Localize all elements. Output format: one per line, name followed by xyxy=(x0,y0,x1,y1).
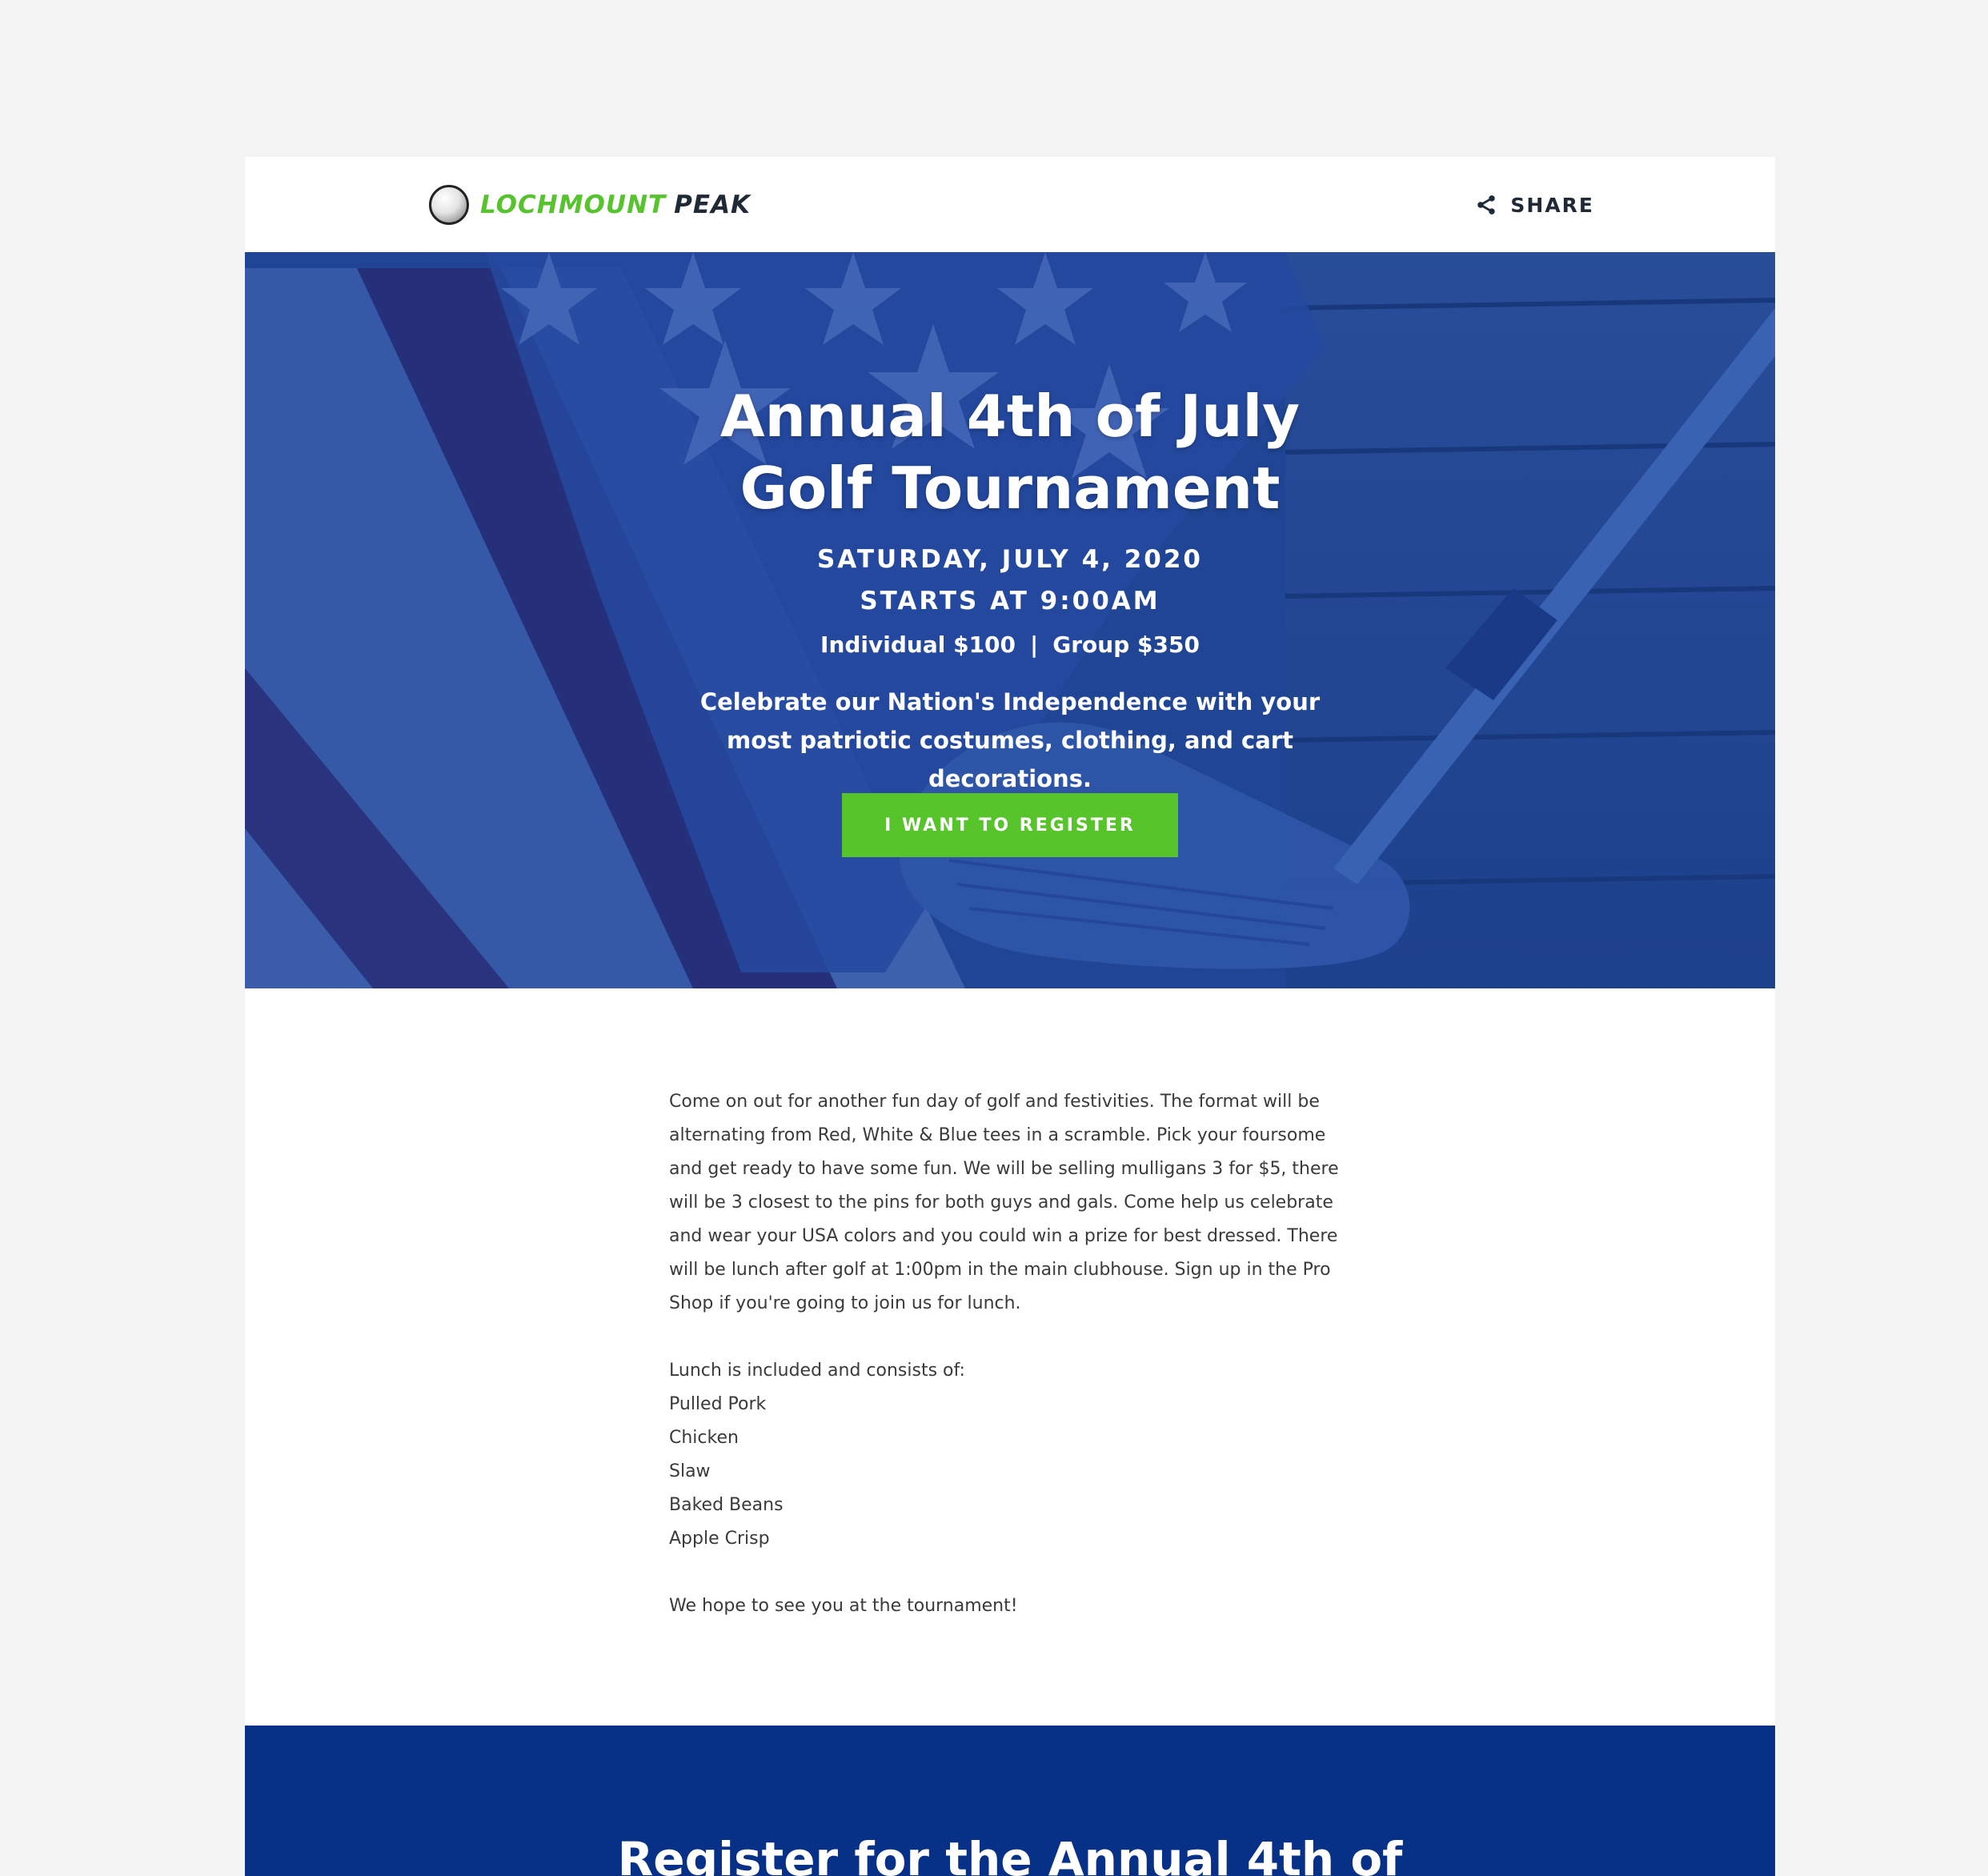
event-date: SATURDAY, JULY 4, 2020 xyxy=(816,545,1204,574)
brand-name: LOCHMOUNT PEAK xyxy=(480,190,751,219)
event-title: Annual 4th of July Golf Tournament xyxy=(610,380,1410,524)
lunch-item: Chicken xyxy=(669,1428,739,1448)
register-heading: Register for the Annual 4th of xyxy=(617,1832,1403,1876)
lunch-heading: Lunch is included and consists of: xyxy=(669,1361,965,1381)
share-icon xyxy=(1477,195,1496,214)
brand-name-part2: PEAK xyxy=(674,190,752,219)
lunch-menu: Lunch is included and consists of: Pulle… xyxy=(669,1354,1357,1556)
hero-banner: Annual 4th of July Golf Tournament SATUR… xyxy=(245,252,1775,988)
price-group: Group $350 xyxy=(1052,631,1200,658)
share-label: SHARE xyxy=(1510,193,1594,217)
brand-name-part1: LOCHMOUNT xyxy=(480,190,667,219)
event-title-line1: Annual 4th of July xyxy=(719,383,1301,450)
event-description: Come on out for another fun day of golf … xyxy=(669,1085,1357,1657)
hero-content: Annual 4th of July Golf Tournament SATUR… xyxy=(245,252,1775,988)
lunch-item: Pulled Pork xyxy=(669,1394,767,1414)
event-title-line2: Golf Tournament xyxy=(739,455,1281,522)
price-separator: | xyxy=(1030,631,1039,658)
event-tagline: Celebrate our Nation's Independence with… xyxy=(699,688,1321,792)
register-section: Register for the Annual 4th of xyxy=(245,1726,1775,1876)
intro-paragraph: Come on out for another fun day of golf … xyxy=(669,1092,1339,1313)
lunch-item: Slaw xyxy=(669,1461,711,1481)
site-header: LOCHMOUNT PEAK SHARE xyxy=(245,157,1775,252)
register-button[interactable]: I WANT TO REGISTER xyxy=(842,793,1178,857)
event-pricing: Individual $100 | Group $350 xyxy=(610,625,1410,665)
event-page: LOCHMOUNT PEAK SHARE Annual 4th of July … xyxy=(245,157,1775,1876)
event-start-time: STARTS AT 9:00AM xyxy=(860,587,1160,615)
brand-logo[interactable]: LOCHMOUNT PEAK xyxy=(429,182,751,227)
closing-paragraph: We hope to see you at the tournament! xyxy=(669,1596,1018,1616)
golf-ball-icon xyxy=(429,185,469,225)
lunch-item: Apple Crisp xyxy=(669,1529,770,1549)
price-individual: Individual $100 xyxy=(820,631,1016,658)
share-button[interactable]: SHARE xyxy=(1475,187,1594,222)
lunch-item: Baked Beans xyxy=(669,1495,784,1515)
